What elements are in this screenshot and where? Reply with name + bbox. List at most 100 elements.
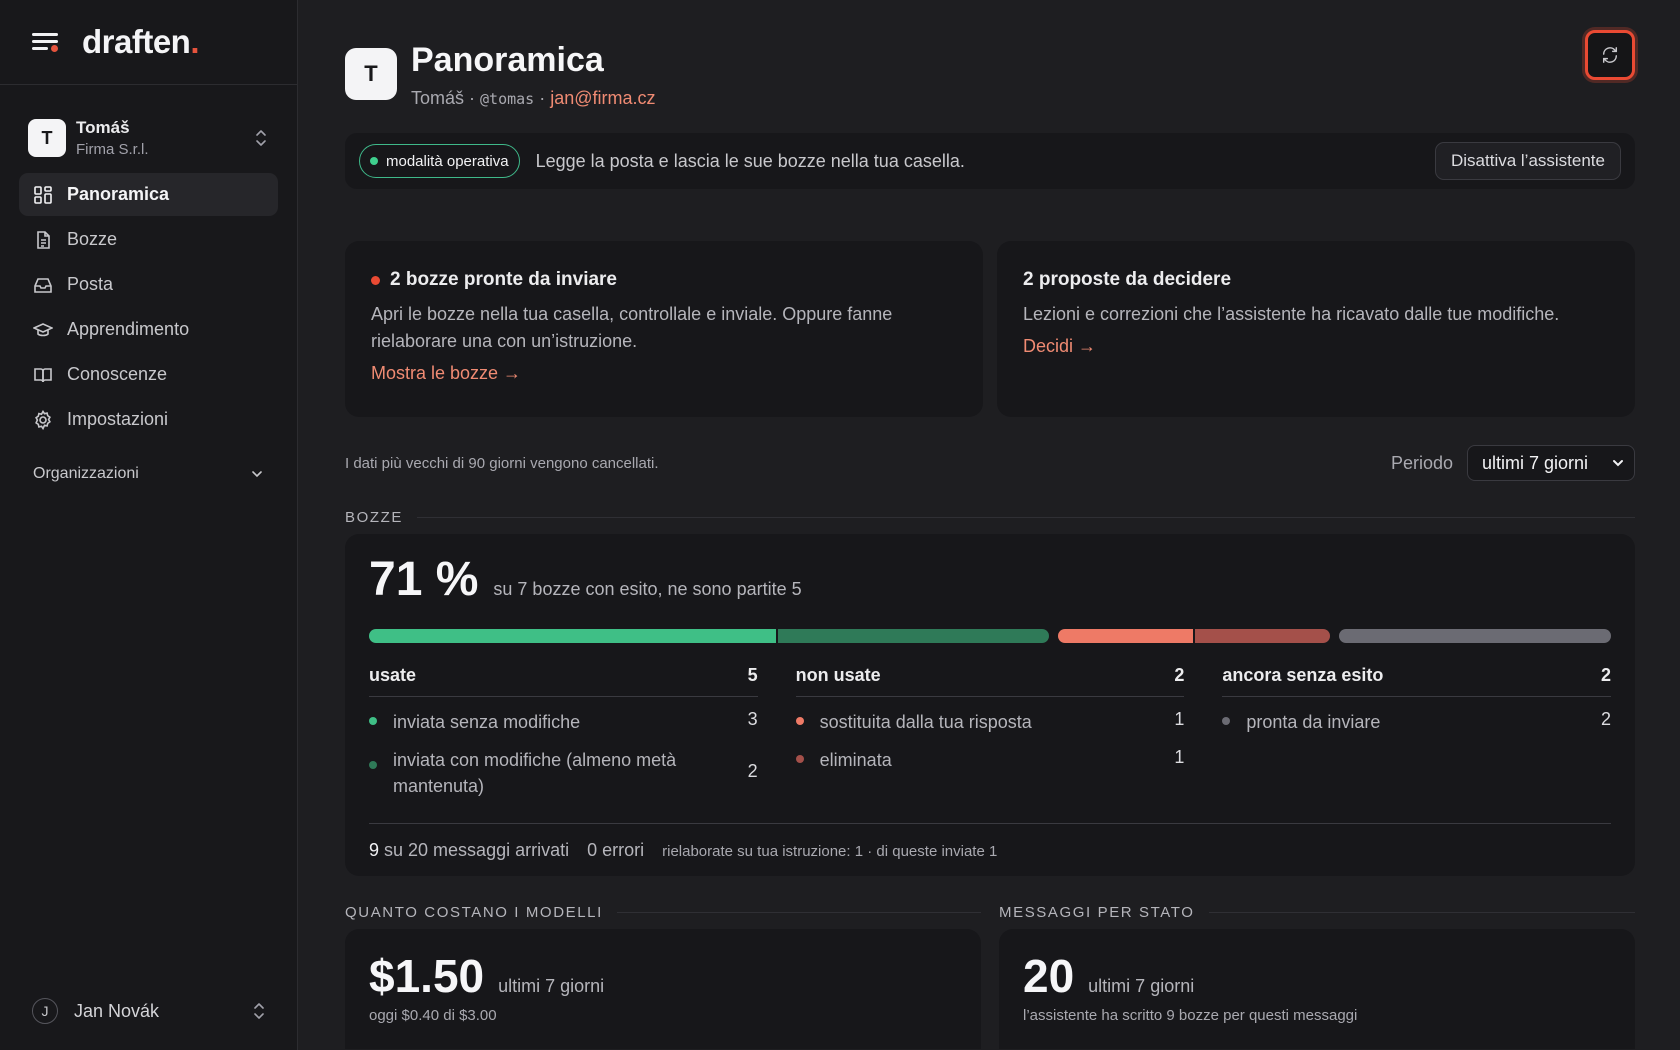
messages-note: l’assistente ha scritto 9 bozze per ques… bbox=[1023, 1007, 1358, 1024]
inbox-icon bbox=[34, 277, 52, 293]
profile-subline: Tomáš · @tomas · jan@firma.cz bbox=[411, 88, 656, 108]
sidebar-item-conoscenze[interactable]: Conoscenze bbox=[19, 353, 278, 396]
cost-note: oggi $0.40 di $3.00 bbox=[369, 1007, 497, 1024]
action-cards: 2 bozze pronte da inviare Apri le bozze … bbox=[345, 241, 1635, 417]
period-row: I dati più vecchi di 90 giorni vengono c… bbox=[345, 445, 1635, 481]
user-name: Jan Novák bbox=[74, 1000, 160, 1021]
section-heading-costs: QUANTO COSTANO I MODELLI bbox=[345, 904, 981, 921]
sidebar-item-posta[interactable]: Posta bbox=[19, 263, 278, 306]
period-select[interactable]: ultimi 7 giorni bbox=[1467, 445, 1635, 481]
logo: draften. bbox=[82, 23, 200, 60]
errors-count: 0 errori bbox=[587, 840, 645, 860]
dashboard-icon bbox=[34, 185, 52, 204]
account-avatar: T bbox=[28, 119, 66, 157]
sidebar-item-label: Impostazioni bbox=[67, 409, 169, 429]
proposals-card: 2 proposte da decidere Lezioni e correzi… bbox=[997, 241, 1635, 417]
drafts-ready-card: 2 bozze pronte da inviare Apri le bozze … bbox=[345, 241, 983, 417]
status-dot bbox=[1222, 717, 1231, 725]
outcome-bar-segment bbox=[775, 629, 1049, 643]
list-item: inviata con modifiche (almeno metà mante… bbox=[369, 747, 758, 799]
document-icon bbox=[37, 230, 50, 249]
outcome-column-used: usate 5 inviata senza modifiche 3 inviata … bbox=[369, 665, 758, 799]
outcome-bar-segment bbox=[1339, 629, 1611, 643]
outcome-bar-segment bbox=[369, 629, 776, 643]
user-menu[interactable]: J Jan Novák bbox=[32, 998, 267, 1024]
sidebar-item-label: Panoramica bbox=[67, 184, 170, 204]
chevron-up-down-icon bbox=[254, 1003, 264, 1019]
outcome-bar-segment bbox=[1193, 629, 1330, 643]
cost-value: $1.50 bbox=[369, 950, 485, 1002]
profile-email[interactable]: jan@firma.cz bbox=[550, 88, 655, 108]
drafts-stats-card: 71 % su 7 bozze con esito, ne sono parti… bbox=[345, 534, 1635, 876]
success-rate-note: su 7 bozze con esito, ne sono partite 5 bbox=[493, 579, 802, 599]
sidebar-nav: Panoramica Bozze Posta Apprendimento Con… bbox=[0, 173, 297, 441]
outcome-bar-group bbox=[1339, 629, 1611, 643]
list-item: eliminata 1 bbox=[795, 747, 1184, 773]
card-title: 2 bozze pronte da inviare bbox=[371, 269, 957, 291]
sidebar-item-panoramica[interactable]: Panoramica bbox=[19, 173, 278, 216]
period-label: Periodo bbox=[1390, 452, 1453, 473]
status-dot bbox=[795, 755, 804, 763]
sidebar-item-label: Posta bbox=[67, 274, 114, 294]
deactivate-assistant-button[interactable]: Disattiva l’assistente bbox=[1434, 142, 1621, 180]
refresh-icon bbox=[1602, 47, 1618, 63]
costs-card: $1.50 ultimi 7 giorni oggi $0.40 di $3.00 bbox=[345, 929, 981, 1049]
messages-value: 20 bbox=[1023, 950, 1075, 1002]
messages-card: 20 ultimi 7 giorni l’assistente ha scritt… bbox=[999, 929, 1635, 1049]
mode-description: Legge la posta e lascia le sue bozze nel… bbox=[535, 150, 965, 171]
outcome-column-pending: ancora senza esito 2 pronta da inviare 2 bbox=[1222, 665, 1612, 799]
messages-section: MESSAGGI PER STATO 20 ultimi 7 giorni l’a… bbox=[999, 904, 1635, 1049]
chevron-up-down-icon bbox=[256, 130, 266, 146]
assistant-mode-bar: modalità operativa Legge la posta e lasc… bbox=[345, 133, 1635, 189]
decide-link[interactable]: Decidi → bbox=[1023, 336, 1096, 357]
page-header: T Panoramica Tomáš · @tomas · jan@firma.… bbox=[345, 42, 1635, 109]
account-name: Tomáš bbox=[76, 118, 130, 137]
gear-icon bbox=[35, 409, 51, 430]
refresh-button[interactable] bbox=[1585, 30, 1635, 80]
sidebar-item-apprendimento[interactable]: Apprendimento bbox=[19, 308, 278, 351]
page-title: Panoramica bbox=[411, 41, 604, 79]
alert-dot bbox=[371, 275, 380, 285]
costs-section: QUANTO COSTANO I MODELLI $1.50 ultimi 7 g… bbox=[345, 904, 981, 1049]
profile-handle: @tomas bbox=[480, 90, 535, 108]
drafts-footer: 9 su 20 messaggi arrivati 0 errori riela… bbox=[369, 823, 1611, 861]
section-heading-messages: MESSAGGI PER STATO bbox=[999, 904, 1635, 921]
outcome-column-unused: non usate 2 sostituita dalla tua risposta… bbox=[795, 665, 1185, 799]
card-title: 2 proposte da decidere bbox=[1023, 269, 1232, 290]
menu-icon[interactable] bbox=[32, 31, 60, 53]
chevron-down-icon bbox=[252, 471, 262, 478]
card-description: Lezioni e correzioni che l’assistente ha… bbox=[1023, 304, 1560, 324]
status-dot bbox=[369, 761, 377, 769]
outcome-columns: usate 5 inviata senza modifiche 3 inviata … bbox=[369, 665, 1612, 799]
section-heading-bozze: BOZZE bbox=[345, 509, 1635, 526]
list-item: inviata senza modifiche 3 bbox=[369, 709, 758, 735]
outcome-bar-group bbox=[369, 629, 1049, 643]
chevron-down-icon bbox=[1613, 460, 1623, 467]
account-org: Firma S.r.l. bbox=[76, 141, 149, 158]
book-icon bbox=[34, 367, 52, 382]
show-drafts-link[interactable]: Mostra le bozze → bbox=[371, 363, 521, 384]
graduation-cap-icon bbox=[33, 322, 53, 336]
user-avatar: J bbox=[32, 998, 58, 1024]
mode-badge: modalità operativa bbox=[359, 144, 520, 178]
sidebar-item-label: Bozze bbox=[67, 229, 118, 249]
success-rate: 71 % bbox=[369, 553, 479, 606]
outcome-bar bbox=[369, 629, 1611, 643]
list-item: pronta da inviare 2 bbox=[1222, 709, 1611, 735]
sidebar: draften. T Tomáš Firma S.r.l. Panoramica… bbox=[0, 0, 298, 1050]
sidebar-item-label: Apprendimento bbox=[67, 319, 190, 339]
profile-name: Tomáš bbox=[411, 88, 465, 108]
card-description: Apri le bozze nella tua casella, control… bbox=[371, 304, 893, 351]
outcome-bar-group bbox=[1058, 629, 1330, 643]
outcome-bar-segment bbox=[1058, 629, 1193, 643]
sidebar-item-impostazioni[interactable]: Impostazioni bbox=[19, 398, 278, 441]
organizations-label: Organizzazioni bbox=[33, 465, 139, 482]
sidebar-item-bozze[interactable]: Bozze bbox=[19, 218, 278, 261]
organizations-toggle[interactable]: Organizzazioni bbox=[0, 465, 297, 483]
brand-header: draften. bbox=[0, 0, 297, 85]
account-switcher[interactable]: T Tomáš Firma S.r.l. bbox=[0, 105, 297, 171]
sidebar-item-label: Conoscenze bbox=[67, 364, 168, 384]
reworked-note: rielaborate su tua istruzione: 1 · di qu… bbox=[662, 843, 998, 860]
main-content: T Panoramica Tomáš · @tomas · jan@firma.… bbox=[345, 0, 1635, 1049]
status-dot bbox=[795, 717, 804, 725]
